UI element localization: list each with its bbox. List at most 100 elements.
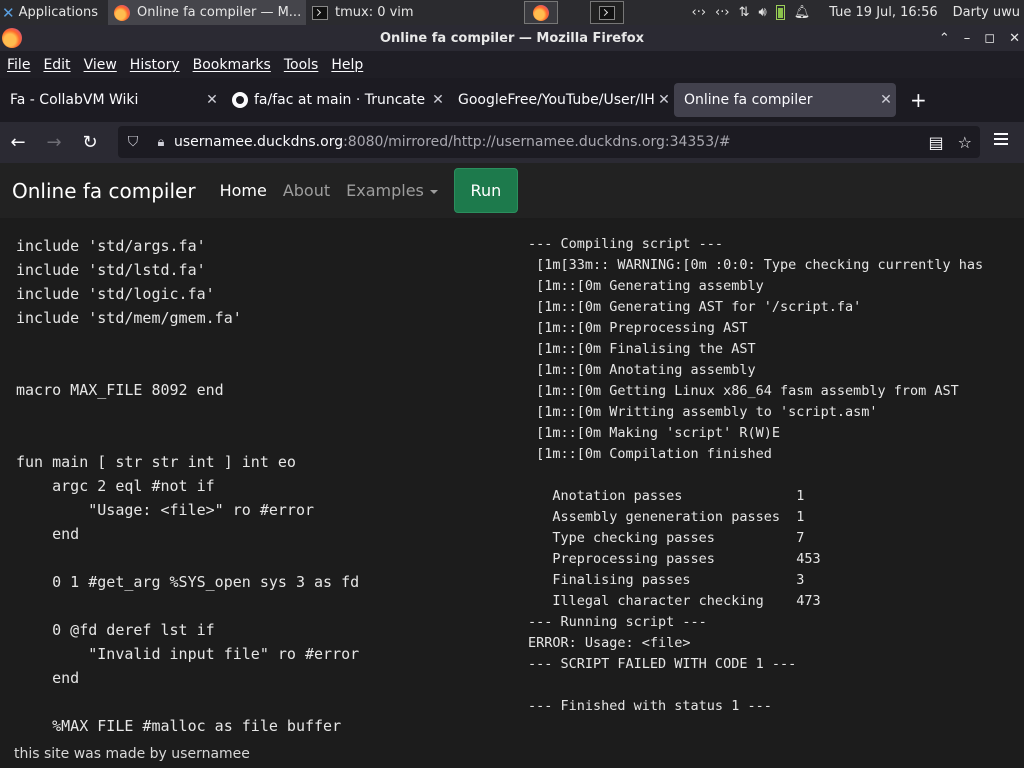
terminal-icon: [312, 5, 328, 20]
tab-github-fac[interactable]: fa/fac at main · Truncate ✕: [222, 83, 448, 117]
code-line: include 'std/logic.fa': [16, 285, 215, 303]
window-controls: ⌃ – ◻ ✕: [939, 25, 1020, 51]
applications-label: Applications: [18, 5, 98, 20]
system-tray: ‹·› ‹·› ⇅ 🔊︎ 🔔︎ Tue 19 Jul, 16:56 Darty …: [692, 0, 1024, 25]
code-line: "Invalid input file" ro #error: [16, 645, 360, 663]
forward-arrow-icon[interactable]: →: [36, 132, 72, 153]
menu-history[interactable]: History: [130, 57, 180, 73]
close-icon[interactable]: ✕: [428, 92, 448, 108]
output-line: Anotation passes 1: [528, 488, 805, 504]
code-editor[interactable]: include 'std/args.fa' include 'std/lstd.f…: [16, 234, 506, 734]
output-line: [1m::[0m Getting Linux x86_64 fasm assem…: [528, 383, 959, 399]
output-line: [1m::[0m Generating AST for '/script.fa': [528, 299, 862, 315]
tab-googlefree[interactable]: GoogleFree/YouTube/User/IH ✕: [448, 83, 674, 117]
code-line: "Usage: <file>" ro #error: [16, 501, 315, 519]
shield-icon[interactable]: ⛉: [118, 134, 148, 150]
output-line: ERROR: Usage: <file>: [528, 635, 691, 651]
firefox-launcher[interactable]: [524, 1, 558, 24]
tab-strip: Fa - CollabVM Wiki ✕ fa/fac at main · Tr…: [0, 78, 1024, 122]
nav-about[interactable]: About: [283, 181, 330, 200]
output-line: [1m::[0m Anotating assembly: [528, 362, 756, 378]
output-line: [1m::[0m Writting assembly to 'script.as…: [528, 404, 878, 420]
reload-icon[interactable]: ↻: [72, 132, 108, 153]
bell-icon[interactable]: 🔔︎: [794, 5, 811, 20]
menu-edit[interactable]: Edit: [43, 57, 70, 73]
taskbar-task-firefox[interactable]: Online fa compiler — M...: [108, 0, 306, 25]
page-content: Online fa compiler Home About Examples R…: [0, 163, 1024, 768]
terminal-icon: [599, 5, 615, 20]
output-line: Preprocessing passes 453: [528, 551, 821, 567]
close-icon[interactable]: ✕: [1009, 31, 1020, 46]
updown-icon[interactable]: ⇅: [739, 5, 750, 20]
network-icon[interactable]: ‹·›: [715, 5, 730, 20]
minimize-icon[interactable]: –: [964, 31, 971, 46]
bookmark-star-icon[interactable]: ☆: [958, 133, 972, 152]
url-bar[interactable]: ⛉ 🔒︎ usernamee.duckdns.org :8080/mirrore…: [118, 126, 980, 158]
output-line: Assembly geneneration passes 1: [528, 509, 805, 525]
caret-down-icon: [429, 189, 438, 194]
menu-tools[interactable]: Tools: [284, 57, 319, 73]
close-icon[interactable]: ✕: [202, 92, 222, 108]
site-brand[interactable]: Online fa compiler: [12, 179, 196, 203]
user-name[interactable]: Darty uwu: [953, 5, 1020, 20]
clock[interactable]: Tue 19 Jul, 16:56: [829, 5, 937, 20]
back-arrow-icon[interactable]: ←: [0, 132, 36, 153]
tab-online-fa-compiler[interactable]: Online fa compiler ✕: [674, 83, 896, 117]
menu-help[interactable]: Help: [331, 57, 363, 73]
menu-bookmarks[interactable]: Bookmarks: [193, 57, 271, 73]
output-line: --- SCRIPT FAILED WITH CODE 1 ---: [528, 656, 797, 672]
applications-menu[interactable]: ✕ Applications: [0, 0, 108, 25]
output-line: --- Finished with status 1 ---: [528, 698, 772, 714]
network-icon[interactable]: ‹·›: [692, 5, 707, 20]
code-line: 0 1 #get_arg %SYS_open sys 3 as fd: [16, 573, 360, 591]
menu-view[interactable]: View: [84, 57, 117, 73]
firefox-icon: [533, 4, 549, 21]
code-line: 0 @fd deref lst if: [16, 621, 215, 639]
tab-label: Online fa compiler: [684, 92, 813, 108]
url-host: usernamee.duckdns.org: [174, 134, 344, 150]
output-line: [1m[33m:: WARNING:[0m :0:0: Type checkin…: [528, 257, 984, 273]
chevron-up-icon[interactable]: ⌃: [939, 31, 950, 46]
nav-examples[interactable]: Examples: [346, 181, 438, 200]
run-button[interactable]: Run: [453, 168, 518, 213]
nav-examples-label: Examples: [346, 181, 424, 200]
output-line: Illegal character checking 473: [528, 593, 821, 609]
lock-icon[interactable]: 🔒︎: [148, 135, 174, 150]
output-line: [1m::[0m Preprocessing AST: [528, 320, 748, 336]
output-line: Type checking passes 7: [528, 530, 805, 546]
terminal-launcher[interactable]: [590, 1, 624, 24]
close-icon[interactable]: ✕: [876, 92, 896, 108]
url-path: :8080/mirrored/http://usernamee.duckdns.…: [343, 134, 731, 150]
taskbar-task-tmux[interactable]: tmux: 0 vim: [306, 0, 504, 25]
menu-file[interactable]: File: [7, 57, 30, 73]
code-line: fun main [ str str int ] int eo: [16, 453, 296, 471]
code-line: include 'std/mem/gmem.fa': [16, 309, 242, 327]
code-line: include 'std/args.fa': [16, 237, 206, 255]
tab-collabvm-wiki[interactable]: Fa - CollabVM Wiki ✕: [0, 83, 222, 117]
output-line: --- Running script ---: [528, 614, 707, 630]
code-line: include 'std/lstd.fa': [16, 261, 206, 279]
tab-label: Fa - CollabVM Wiki: [10, 92, 139, 108]
tab-label: fa/fac at main · Truncate: [254, 92, 426, 108]
code-line: macro MAX_FILE 8092 end: [16, 381, 224, 399]
output-line: [1m::[0m Compilation finished: [528, 446, 772, 462]
hamburger-menu-icon[interactable]: [994, 133, 1008, 145]
new-tab-icon[interactable]: +: [910, 88, 927, 112]
reader-view-icon[interactable]: ▤: [929, 133, 944, 152]
maximize-icon[interactable]: ◻: [984, 31, 995, 46]
window-titlebar: Online fa compiler — Mozilla Firefox ⌃ –…: [0, 25, 1024, 51]
nav-home[interactable]: Home: [220, 181, 267, 200]
output-line: [1m::[0m Generating assembly: [528, 278, 764, 294]
close-icon[interactable]: ✕: [654, 92, 674, 108]
firefox-icon: [114, 4, 130, 21]
tab-label: GoogleFree/YouTube/User/IH: [458, 92, 654, 108]
volume-icon[interactable]: 🔊︎: [758, 5, 766, 20]
battery-icon[interactable]: [775, 5, 785, 20]
